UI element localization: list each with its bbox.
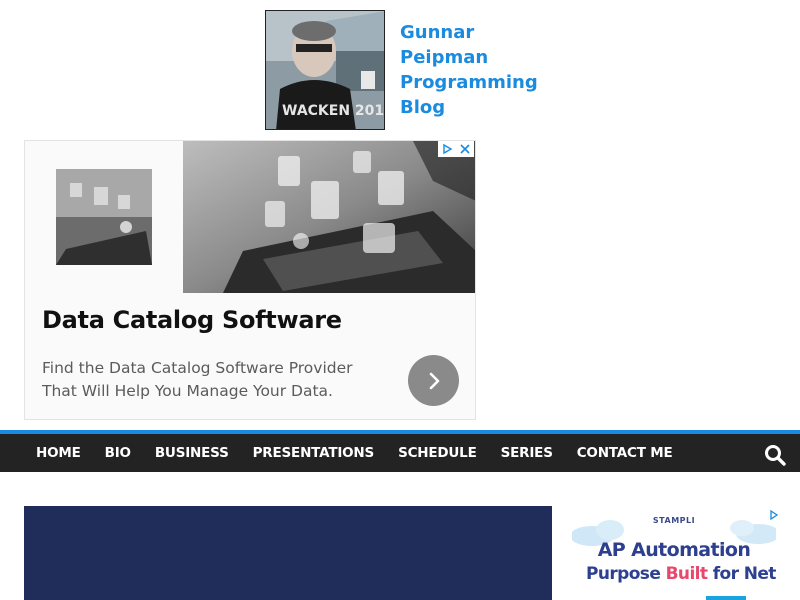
sidebar-ad-accent-bar [706, 596, 746, 600]
ad-next-button[interactable] [408, 355, 459, 406]
adchoices-icon[interactable] [441, 143, 453, 155]
ad-hero-image[interactable] [183, 141, 475, 293]
nav-item-bio[interactable]: BIO [93, 445, 143, 461]
data-catalog-ad[interactable]: Data Catalog Software Find the Data Cata… [24, 140, 476, 420]
sidebar-ad-subheadline[interactable]: Purpose Built for NetSuit [586, 564, 776, 584]
ad-controls [438, 141, 474, 157]
nav-item-schedule[interactable]: SCHEDULE [386, 445, 489, 461]
ad-description[interactable]: Find the Data Catalog Software Provider … [42, 357, 382, 403]
nav-item-presentations[interactable]: PRESENTATIONS [241, 445, 386, 461]
close-icon[interactable] [459, 143, 471, 155]
nav-item-contact-me[interactable]: CONTACT ME [565, 445, 685, 461]
ad-thumbnail-image[interactable] [56, 169, 152, 265]
search-button[interactable] [764, 444, 786, 466]
nav-item-series[interactable]: SERIES [489, 445, 565, 461]
nav-item-business[interactable]: BUSINESS [143, 445, 241, 461]
sidebar-ad-brand: STAMPLI [652, 516, 696, 525]
sidebar-ad-subheadline-prefix: Purpose [586, 564, 661, 584]
main-navigation: HOME BIO BUSINESS PRESENTATIONS SCHEDULE… [0, 430, 800, 472]
sidebar-ad[interactable]: STAMPLI AP Automation Purpose Built for … [572, 506, 776, 600]
search-icon [765, 445, 786, 466]
ad-title[interactable]: Data Catalog Software [42, 306, 342, 334]
nav-menu: HOME BIO BUSINESS PRESENTATIONS SCHEDULE… [0, 434, 800, 472]
sidebar-ad-subheadline-highlight: Built [665, 564, 708, 584]
sidebar-adchoices-icon[interactable] [770, 508, 779, 521]
sidebar-ad-headline[interactable]: AP Automation [572, 539, 776, 561]
featured-post-banner[interactable] [24, 506, 552, 600]
nav-item-home[interactable]: HOME [24, 445, 93, 461]
page: WACKEN 2019 Gunnar Peipman Programming B… [0, 0, 800, 600]
author-avatar[interactable]: WACKEN 2019 [265, 10, 385, 130]
chevron-right-icon [429, 372, 439, 389]
site-title[interactable]: Gunnar Peipman Programming Blog [400, 20, 550, 120]
avatar-photo: WACKEN 2019 [266, 11, 385, 129]
avatar-shirt-text: WACKEN 2019 [282, 103, 385, 119]
sidebar-ad-subheadline-suffix: for NetSuit [712, 564, 776, 584]
